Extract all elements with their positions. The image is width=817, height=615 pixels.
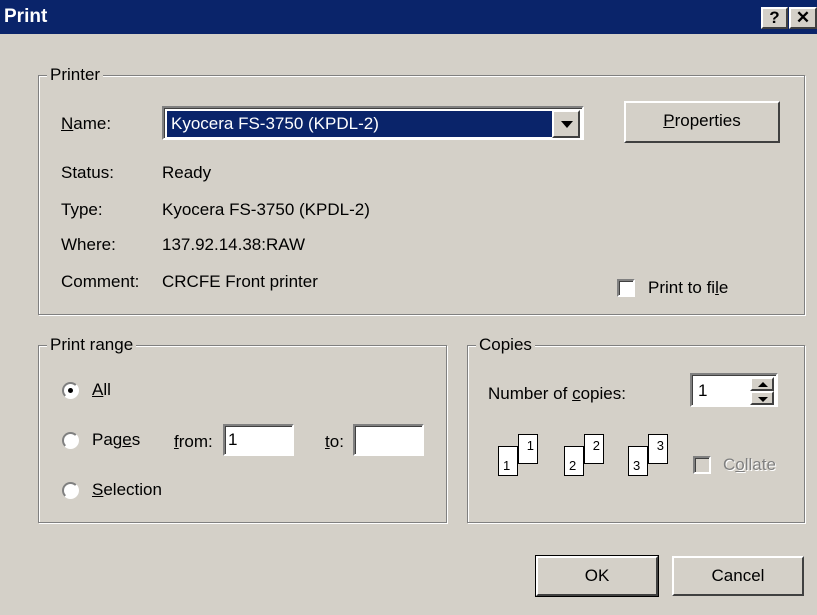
- from-label: from:: [174, 432, 213, 451]
- page-icon: 1: [498, 446, 518, 476]
- cancel-button[interactable]: Cancel: [672, 556, 804, 596]
- selection-label[interactable]: Selection: [92, 480, 162, 500]
- collate-label: Collate: [723, 455, 776, 474]
- copies-spinner[interactable]: 1: [690, 373, 778, 407]
- collate-checkbox[interactable]: [693, 456, 711, 474]
- spin-down-button[interactable]: [750, 391, 774, 405]
- from-input[interactable]: 1: [223, 424, 294, 456]
- to-input[interactable]: [353, 424, 424, 456]
- ok-button[interactable]: OK: [535, 555, 659, 597]
- selection-radio[interactable]: [62, 482, 79, 499]
- where-value: 137.92.14.38:RAW: [162, 235, 306, 254]
- print-range-group-label: Print range: [47, 335, 137, 355]
- status-label: Status:: [61, 163, 114, 182]
- all-radio[interactable]: [62, 382, 79, 399]
- type-value: Kyocera FS-3750 (KPDL-2): [162, 200, 370, 219]
- page-icon: 2: [564, 446, 584, 476]
- print-to-file-checkbox[interactable]: [617, 279, 635, 297]
- printer-name-value: Kyocera FS-3750 (KPDL-2): [166, 110, 554, 138]
- status-value: Ready: [162, 163, 212, 182]
- copies-value: 1: [698, 381, 708, 400]
- print-to-file-label[interactable]: Print to file: [648, 278, 728, 298]
- printer-name-select[interactable]: Kyocera FS-3750 (KPDL-2): [162, 106, 584, 140]
- page-icon: 3: [648, 434, 668, 464]
- all-label[interactable]: All: [92, 380, 111, 400]
- page-icon: 1: [518, 434, 538, 464]
- pages-radio[interactable]: [62, 432, 79, 449]
- radio-dot: [68, 388, 73, 393]
- chevron-down-icon: [561, 121, 573, 128]
- number-of-copies-label: Number of copies:: [488, 384, 626, 403]
- close-button[interactable]: ✕: [789, 7, 817, 29]
- spinner-buttons: [750, 377, 774, 405]
- properties-button[interactable]: Properties: [624, 101, 780, 143]
- where-label: Where:: [61, 235, 116, 254]
- print-dialog: Print ? ✕ Printer Name: Kyocera FS-3750 …: [0, 0, 817, 615]
- properties-label: roperties: [674, 111, 741, 130]
- printer-group-label: Printer: [47, 65, 104, 85]
- dropdown-button[interactable]: [552, 110, 580, 138]
- title-bar[interactable]: Print ? ✕: [0, 0, 817, 34]
- close-icon: ✕: [795, 8, 811, 27]
- comment-value: CRCFE Front printer: [162, 272, 318, 291]
- page-icon: 3: [628, 446, 648, 476]
- name-label: Name:: [61, 114, 112, 133]
- arrow-down-icon: [758, 397, 768, 402]
- help-icon: ?: [769, 8, 780, 27]
- window-title: Print: [4, 6, 48, 27]
- pages-label[interactable]: Pages: [92, 430, 140, 450]
- name-label-text: ame:: [73, 114, 112, 133]
- type-label: Type:: [61, 200, 103, 219]
- page-icon: 2: [584, 434, 604, 464]
- arrow-up-icon: [758, 382, 768, 387]
- copies-group-label: Copies: [476, 335, 535, 355]
- help-button[interactable]: ?: [761, 7, 788, 29]
- spin-up-button[interactable]: [750, 377, 774, 391]
- to-label: to:: [325, 432, 344, 451]
- comment-label: Comment:: [61, 272, 140, 291]
